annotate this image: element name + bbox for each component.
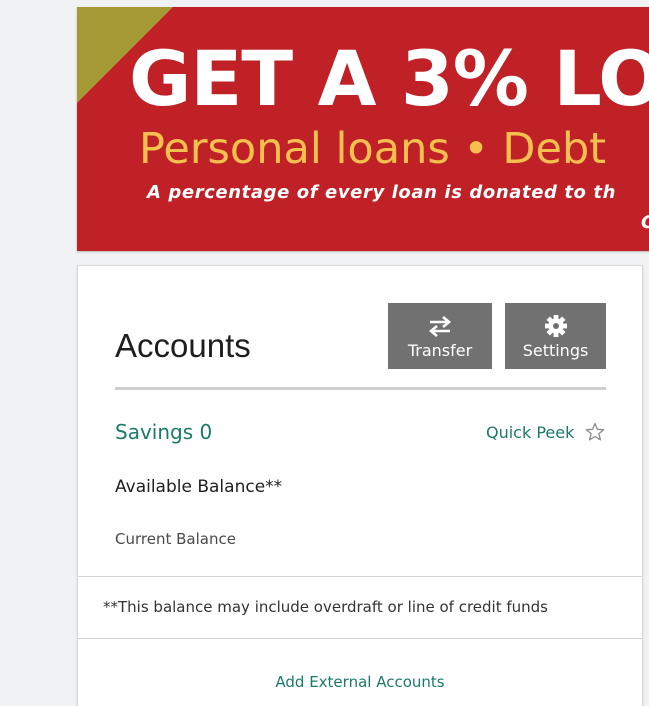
star-outline-icon[interactable] (584, 421, 606, 443)
accounts-card: Accounts Transfer Settings Savings 0 Qui… (77, 265, 643, 706)
page: GET A 3% LOA Personal loans • Debt A per… (0, 0, 649, 706)
balance-disclaimer: **This balance may include overdraft or … (103, 598, 548, 616)
banner-donation-tail: C (641, 211, 649, 235)
quick-peek-link[interactable]: Quick Peek (486, 422, 574, 444)
banner-donation-text: A percentage of every loan is donated to… (147, 182, 617, 203)
swap-arrows-icon (388, 313, 492, 339)
banner-headline: GET A 3% LOA (129, 34, 649, 123)
current-balance-label: Current Balance (115, 530, 236, 548)
transfer-label: Transfer (407, 341, 473, 360)
settings-button[interactable]: Settings (505, 303, 606, 369)
promo-banner[interactable]: GET A 3% LOA Personal loans • Debt A per… (77, 7, 649, 251)
transfer-button[interactable]: Transfer (388, 303, 492, 369)
header-divider (115, 387, 606, 390)
gear-icon (505, 313, 606, 339)
divider (78, 576, 642, 577)
accounts-title: Accounts (115, 327, 251, 364)
add-external-accounts-link[interactable]: Add External Accounts (78, 672, 642, 692)
available-balance-label: Available Balance** (115, 477, 283, 497)
divider (78, 638, 642, 639)
banner-subline: Personal loans • Debt (139, 124, 607, 174)
settings-label: Settings (522, 341, 589, 360)
account-name-link[interactable]: Savings 0 (115, 419, 212, 445)
